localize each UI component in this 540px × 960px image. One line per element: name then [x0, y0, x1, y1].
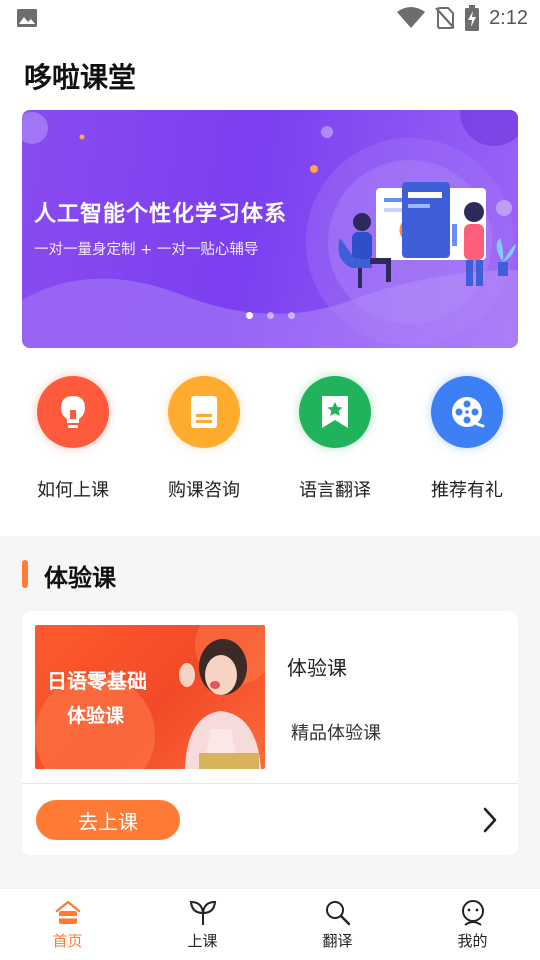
course-thumbnail-subtitle: 体验课 — [67, 705, 125, 727]
home-icon — [55, 900, 80, 924]
bookmark-star-icon — [299, 376, 371, 448]
bottom-nav: 首页 上课 翻译 我的 — [0, 888, 540, 960]
quick-item-how-to-class[interactable]: 如何上课 — [13, 376, 133, 502]
no-sim-icon — [435, 7, 455, 29]
app-title: 哆啦课堂 — [24, 61, 137, 94]
book-icon — [168, 376, 240, 448]
carousel-dot[interactable] — [245, 312, 253, 319]
course-card[interactable]: 日语零基础 体验课 体验课 精品体验课 去上课 — [22, 611, 518, 855]
course-name: 体验课 — [287, 656, 347, 680]
profile-face-icon — [461, 900, 484, 926]
course-thumbnail-art — [35, 625, 265, 769]
sprout-icon — [189, 900, 216, 925]
nav-label: 首页 — [52, 932, 83, 950]
section-title: 体验课 — [44, 564, 116, 592]
quick-item-label: 购课咨询 — [168, 480, 240, 501]
card-divider — [22, 783, 518, 784]
banner-subtitle: 一对一量身定制 + 一对一贴心辅导 — [34, 242, 259, 258]
gallery-icon — [17, 9, 37, 27]
course-thumbnail[interactable]: 日语零基础 体验课 — [35, 625, 265, 769]
carousel-dot[interactable] — [266, 312, 274, 319]
status-bar: 2:12 — [0, 0, 540, 36]
nav-item-translate[interactable]: 翻译 — [270, 889, 405, 960]
nav-item-profile[interactable]: 我的 — [405, 889, 540, 960]
wifi-icon — [397, 7, 426, 28]
search-translate-icon — [325, 901, 350, 926]
nav-label: 我的 — [457, 932, 488, 950]
carousel-dots — [22, 312, 518, 319]
quick-item-purchase-consult[interactable]: 购课咨询 — [144, 376, 264, 502]
go-to-class-button[interactable]: 去上课 — [36, 800, 180, 840]
nav-label: 上课 — [187, 932, 218, 950]
lightbulb-icon — [37, 376, 109, 448]
section-accent-bar — [22, 560, 28, 588]
chevron-right-icon[interactable] — [480, 805, 500, 835]
quick-item-translate[interactable]: 语言翻译 — [275, 376, 395, 502]
nav-label: 翻译 — [322, 932, 353, 950]
quick-item-label: 如何上课 — [37, 480, 109, 501]
status-time: 2:12 — [489, 6, 528, 29]
banner-title: 人工智能个性化学习体系 — [34, 202, 288, 227]
quick-item-referral[interactable]: 推荐有礼 — [407, 376, 527, 502]
quick-item-label: 语言翻译 — [299, 480, 371, 501]
course-description: 精品体验课 — [291, 723, 381, 744]
quick-menu: 如何上课 购课咨询 语言翻译 推荐有礼 — [0, 376, 540, 506]
course-thumbnail-title: 日语零基础 — [47, 669, 147, 693]
nav-item-class[interactable]: 上课 — [135, 889, 270, 960]
quick-item-label: 推荐有礼 — [431, 480, 503, 501]
nav-item-home[interactable]: 首页 — [0, 889, 135, 960]
carousel-dot[interactable] — [287, 312, 295, 319]
banner-carousel[interactable]: 人工智能个性化学习体系 一对一量身定制 + 一对一贴心辅导 — [22, 110, 518, 348]
film-reel-icon — [431, 376, 503, 448]
battery-charging-icon — [465, 5, 480, 31]
